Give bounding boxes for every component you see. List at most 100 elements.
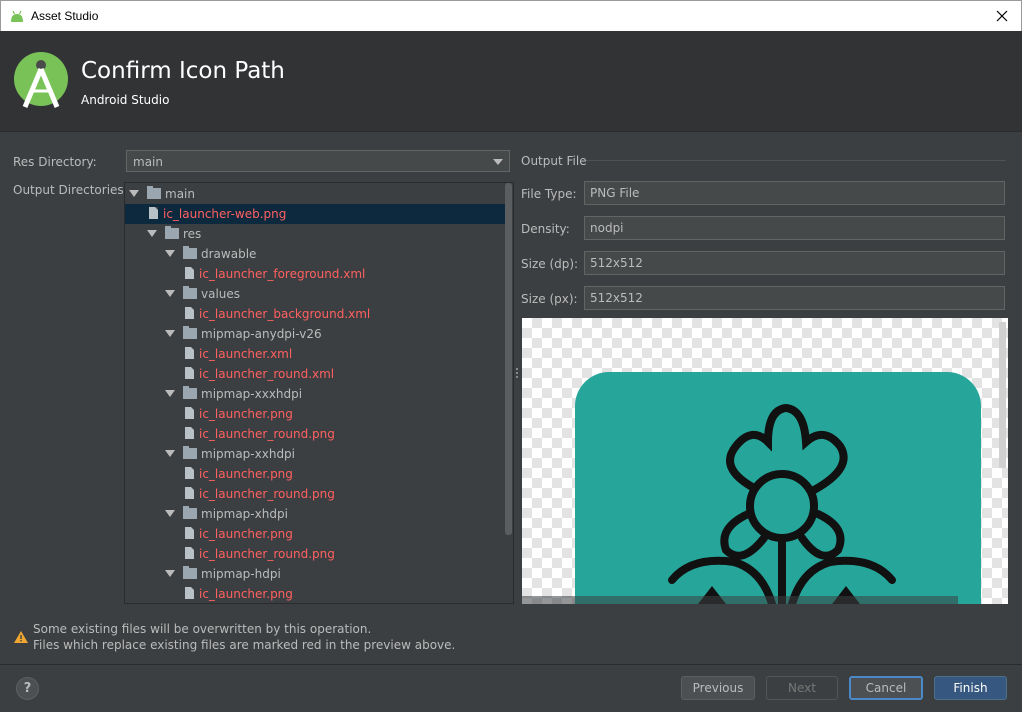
preview-scrollbar-vertical[interactable]: [999, 322, 1006, 468]
tree-item-label: ic_launcher_foreground.xml: [199, 267, 366, 281]
tree-file-item[interactable]: ic_launcher_round.png: [125, 484, 505, 504]
file-icon: [185, 307, 194, 319]
tree-file-item[interactable]: ic_launcher_foreground.xml: [125, 264, 505, 284]
folder-icon: [183, 246, 197, 259]
cancel-button[interactable]: Cancel: [849, 676, 923, 700]
tree-item-label: mipmap-xhdpi: [201, 507, 288, 521]
file-icon: [185, 427, 194, 439]
file-icon: [185, 467, 194, 479]
file-icon: [185, 407, 194, 419]
chevron-down-icon[interactable]: [165, 450, 175, 457]
chevron-down-icon[interactable]: [129, 190, 139, 197]
tree-item-label: ic_launcher_round.png: [199, 547, 335, 561]
dialog-header: Confirm Icon Path Android Studio: [0, 31, 1022, 131]
chevron-down-icon[interactable]: [165, 330, 175, 337]
close-icon[interactable]: [991, 5, 1013, 27]
tree-folder-item[interactable]: mipmap-hdpi: [125, 564, 505, 584]
folder-icon: [183, 566, 197, 579]
folder-icon: [183, 386, 197, 399]
file-icon: [185, 487, 194, 499]
folder-icon: [183, 506, 197, 519]
chevron-down-icon[interactable]: [493, 159, 503, 165]
folder-icon: [183, 286, 197, 299]
tree-item-label: ic_launcher_round.xml: [199, 367, 335, 381]
android-studio-icon: [11, 10, 23, 22]
tree-file-item[interactable]: ic_launcher_round.png: [125, 544, 505, 564]
file-type-value: PNG File: [590, 186, 640, 200]
output-directories-tree[interactable]: main ic_launcher-web.pngres drawable ic_lau…: [124, 182, 514, 604]
tree-file-item[interactable]: ic_launcher.png: [125, 464, 505, 484]
page-subtitle: Android Studio: [81, 93, 170, 107]
tree-folder-item[interactable]: mipmap-xxxhdpi: [125, 384, 505, 404]
tree-item-label: ic_launcher-web.png: [163, 207, 287, 221]
density-label: Density:: [521, 222, 570, 236]
chevron-down-icon[interactable]: [165, 390, 175, 397]
size-px-field[interactable]: 512x512: [584, 286, 1005, 310]
size-dp-label: Size (dp):: [521, 257, 579, 271]
size-dp-field[interactable]: 512x512: [584, 251, 1005, 275]
section-divider: [586, 160, 1006, 161]
chevron-down-icon[interactable]: [147, 230, 157, 237]
tree-item-label: mipmap-anydpi-v26: [201, 327, 322, 341]
tree-item-label: res: [183, 227, 202, 241]
tree-folder-item[interactable]: mipmap-anydpi-v26: [125, 324, 505, 344]
splitter-handle[interactable]: [515, 368, 519, 382]
warning-line-2: Files which replace existing files are m…: [33, 638, 456, 652]
res-directory-label: Res Directory:: [13, 155, 97, 169]
tree-folder-item[interactable]: mipmap-xxhdpi: [125, 444, 505, 464]
tree-item-label: ic_launcher.png: [199, 407, 293, 421]
warning-line-1: Some existing files will be overwritten …: [33, 622, 372, 636]
tree-file-item[interactable]: ic_launcher.xml: [125, 344, 505, 364]
tree-item-label: ic_launcher.png: [199, 467, 293, 481]
output-file-section-title: Output File: [521, 154, 587, 168]
tree-folder-item[interactable]: drawable: [125, 244, 505, 264]
tree-folder-item[interactable]: values: [125, 284, 505, 304]
file-icon: [185, 547, 194, 559]
tree-file-item[interactable]: ic_launcher-web.png: [125, 204, 505, 224]
chevron-down-icon[interactable]: [165, 250, 175, 257]
tree-file-item[interactable]: ic_launcher.png: [125, 404, 505, 424]
tree-file-item[interactable]: ic_launcher.png: [125, 584, 505, 603]
file-icon: [185, 367, 194, 379]
previous-button[interactable]: Previous: [681, 676, 755, 700]
tree-item-label: mipmap-xxxhdpi: [201, 387, 303, 401]
tree-item-label: ic_launcher.xml: [199, 347, 293, 361]
file-icon: [185, 347, 194, 359]
tree-item-label: drawable: [201, 247, 257, 261]
file-icon: [185, 527, 194, 539]
tree-file-item[interactable]: ic_launcher_round.xml: [125, 364, 505, 384]
chevron-down-icon[interactable]: [165, 290, 175, 297]
preview-scrollbar-horizontal[interactable]: [522, 596, 958, 604]
res-directory-select[interactable]: main: [126, 150, 510, 172]
next-button[interactable]: Next: [766, 676, 838, 700]
chevron-down-icon[interactable]: [165, 570, 175, 577]
tree-item-label: values: [201, 287, 241, 301]
android-studio-logo-icon: [14, 52, 68, 108]
file-icon: [149, 207, 158, 219]
res-directory-value: main: [133, 155, 163, 169]
title-bar: Asset Studio: [0, 0, 1022, 31]
tree-file-item[interactable]: ic_launcher.png: [125, 524, 505, 544]
footer-divider: [0, 664, 1022, 665]
icon-preview: [522, 318, 1008, 604]
file-type-label: File Type:: [521, 187, 577, 201]
tree-folder-item[interactable]: res: [125, 224, 505, 244]
chevron-down-icon[interactable]: [165, 510, 175, 517]
tree-folder-item[interactable]: main: [125, 184, 505, 204]
page-title: Confirm Icon Path: [81, 58, 285, 84]
size-px-value: 512x512: [590, 291, 643, 305]
tree-file-item[interactable]: ic_launcher_background.xml: [125, 304, 505, 324]
size-dp-value: 512x512: [590, 256, 643, 270]
tree-item-label: ic_launcher.png: [199, 587, 293, 601]
finish-button[interactable]: Finish: [934, 676, 1007, 700]
header-divider: [0, 131, 1022, 132]
density-field[interactable]: nodpi: [584, 216, 1005, 240]
tree-folder-item[interactable]: mipmap-xhdpi: [125, 504, 505, 524]
tree-file-item[interactable]: ic_launcher_round.png: [125, 424, 505, 444]
warning-icon: [14, 631, 28, 643]
file-type-field[interactable]: PNG File: [584, 181, 1005, 205]
help-button[interactable]: ?: [16, 677, 39, 700]
folder-icon: [147, 186, 161, 199]
tree-scrollbar[interactable]: [505, 183, 512, 535]
tree-item-label: mipmap-hdpi: [201, 567, 281, 581]
